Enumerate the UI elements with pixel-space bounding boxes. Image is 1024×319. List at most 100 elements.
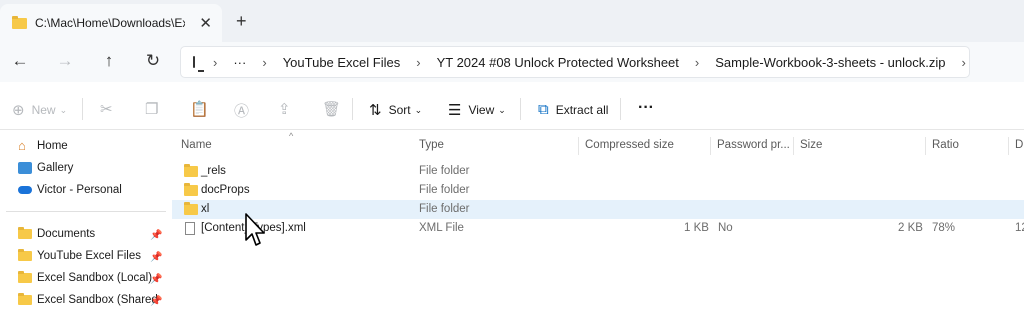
tab-downloads[interactable]: C:\Mac\Home\Downloads\Exc ✕ [0, 4, 222, 42]
file-type: File folder [419, 165, 470, 177]
pin-icon[interactable]: 📌 [150, 274, 162, 285]
column-header-password-protected[interactable]: Password pr... [717, 139, 790, 151]
column-divider[interactable] [710, 137, 711, 155]
sidebar-item-youtube-excel-files[interactable]: YouTube Excel Files [18, 249, 141, 262]
table-row[interactable]: [Content_Types].xml XML File 1 KB No 2 K… [172, 219, 1024, 238]
sidebar-item-excel-sandbox-local[interactable]: Excel Sandbox (Local) [18, 271, 153, 284]
file-type: File folder [419, 203, 470, 215]
view-button[interactable]: ☰ View ⌄ [448, 101, 506, 119]
more-options-button[interactable]: ··· [638, 99, 654, 117]
extract-all-label: Extract all [555, 102, 609, 117]
folder-icon [12, 15, 27, 29]
file-ratio: 78% [932, 222, 956, 234]
new-button[interactable]: ⊕ New ⌄ [12, 101, 67, 119]
sort-label: Sort [388, 103, 411, 117]
extract-icon: ⧉ [538, 101, 549, 118]
column-header-size[interactable]: Size [800, 139, 822, 151]
sidebar-item-documents[interactable]: Documents [18, 227, 96, 240]
column-header-name[interactable]: Name [181, 139, 212, 151]
sidebar-item-label: Documents [37, 228, 96, 240]
divider [6, 211, 166, 212]
tab-title: C:\Mac\Home\Downloads\Exc [35, 16, 185, 30]
add-tab-icon[interactable]: + [236, 11, 247, 32]
sort-icon: ⇅ [369, 102, 382, 119]
table-row[interactable]: _rels File folder [172, 162, 1024, 181]
file-password-protected: No [718, 222, 733, 234]
pin-icon[interactable]: 📌 [150, 230, 162, 241]
plus-circle-icon: ⊕ [12, 102, 25, 119]
sidebar-item-label: Home [37, 140, 68, 152]
address-bar[interactable]: › ··· › YouTube Excel Files › YT 2024 #0… [180, 46, 970, 78]
sidebar-item-label: YouTube Excel Files [37, 250, 141, 262]
column-header-ratio[interactable]: Ratio [932, 139, 959, 151]
home-icon: ⌂ [18, 138, 26, 153]
divider [352, 98, 353, 120]
file-type: File folder [419, 184, 470, 196]
breadcrumb-youtube-excel-files[interactable]: YouTube Excel Files [283, 55, 401, 70]
divider [520, 98, 521, 120]
chevron-right-icon[interactable]: › [695, 55, 699, 70]
folder-icon [18, 227, 32, 239]
chevron-right-icon[interactable]: › [213, 55, 217, 70]
copy-icon[interactable]: ❐ [145, 100, 158, 118]
sidebar-item-label: Excel Sandbox (Local) [37, 272, 153, 284]
new-label: New [31, 103, 56, 117]
folder-icon [18, 249, 32, 261]
rename-icon[interactable]: Ⓐ [234, 100, 249, 121]
sort-caret-icon: ^ [289, 131, 294, 141]
extract-all-button[interactable]: ⧉ Extract all [538, 101, 608, 118]
folder-icon [184, 183, 198, 196]
delete-icon[interactable]: 🗑 [322, 100, 341, 118]
chevron-right-icon[interactable]: › [262, 55, 266, 70]
chevron-down-icon: ⌄ [414, 104, 423, 115]
column-divider[interactable] [1008, 137, 1009, 155]
column-header-date[interactable]: D [1015, 139, 1023, 151]
file-name: docProps [201, 184, 250, 196]
table-row[interactable]: docProps File folder [172, 181, 1024, 200]
gallery-icon [18, 162, 32, 174]
cut-icon[interactable]: ✂ [100, 100, 113, 118]
arrow-up-icon[interactable]: ↑ [98, 51, 120, 71]
breadcrumb-unlock-worksheet[interactable]: YT 2024 #08 Unlock Protected Worksheet [437, 55, 679, 70]
folder-icon [18, 293, 32, 305]
column-divider[interactable] [578, 137, 579, 155]
sidebar-item-label: Excel Sandbox (Shared [37, 294, 158, 306]
close-icon[interactable]: ✕ [199, 14, 212, 32]
file-type: XML File [419, 222, 464, 234]
sidebar-item-gallery[interactable]: Gallery [18, 162, 73, 174]
navigation-bar: ← → ↑ ↻ › ··· › YouTube Excel Files › YT… [0, 42, 1024, 82]
cloud-icon [18, 186, 32, 194]
column-divider[interactable] [793, 137, 794, 155]
pin-icon[interactable]: 📌 [150, 296, 162, 307]
chevron-right-icon[interactable]: › [416, 55, 420, 70]
file-name: _rels [201, 165, 226, 177]
file-list: ^ Name Type Compressed size Password pr.… [172, 131, 1024, 319]
table-row[interactable]: xl File folder [172, 200, 1024, 219]
xml-file-icon [185, 222, 195, 235]
column-header-compressed-size[interactable]: Compressed size [585, 139, 674, 151]
view-label: View [468, 103, 495, 117]
chevron-right-icon[interactable]: › [962, 55, 966, 70]
arrow-right-icon[interactable]: → [54, 51, 76, 71]
sidebar-item-onedrive[interactable]: Victor - Personal [18, 184, 122, 196]
tab-strip: C:\Mac\Home\Downloads\Exc ✕ + [0, 0, 1024, 42]
breadcrumb-ellipsis[interactable]: ··· [233, 55, 246, 70]
sidebar-item-excel-sandbox-shared[interactable]: Excel Sandbox (Shared [18, 293, 158, 306]
column-header-type[interactable]: Type [419, 139, 444, 151]
column-divider[interactable] [925, 137, 926, 155]
refresh-icon[interactable]: ↻ [142, 51, 164, 71]
view-icon: ☰ [448, 102, 462, 119]
share-icon[interactable]: ⇪ [278, 100, 291, 118]
file-size: 2 KB [898, 222, 923, 234]
arrow-left-icon[interactable]: ← [9, 51, 31, 71]
breadcrumb-zip-file[interactable]: Sample-Workbook-3-sheets - unlock.zip [715, 55, 945, 70]
folder-icon [184, 164, 198, 177]
sidebar-item-home[interactable]: ⌂ Home [18, 138, 68, 153]
paste-icon[interactable]: 📋 [190, 100, 209, 118]
file-compressed-size: 1 KB [684, 222, 709, 234]
sidebar-item-label: Victor - Personal [37, 184, 122, 196]
pin-icon[interactable]: 📌 [150, 252, 162, 263]
sort-button[interactable]: ⇅ Sort ⌄ [369, 101, 422, 119]
file-name: xl [201, 203, 210, 215]
chevron-down-icon: ⌄ [498, 104, 506, 115]
